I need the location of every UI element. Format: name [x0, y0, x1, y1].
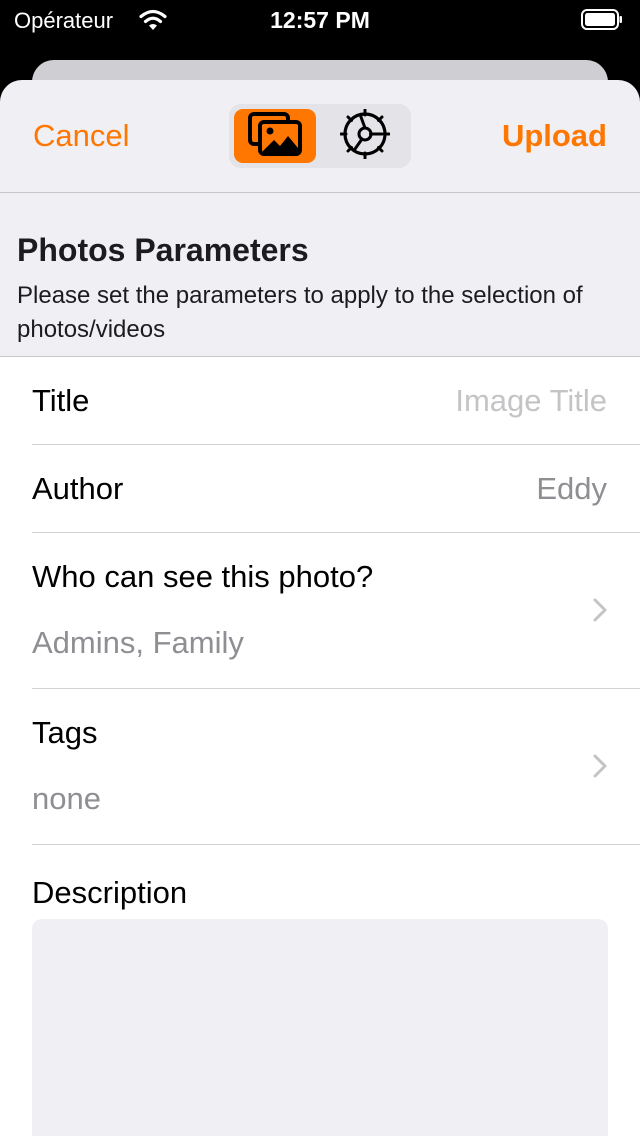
title-input[interactable]: Image Title: [455, 383, 607, 419]
description-label: Description: [32, 875, 188, 910]
status-time: 12:57 PM: [270, 7, 370, 33]
parameters-form: Title Image Title Author Eddy Who can se…: [0, 356, 640, 1136]
battery-icon: [581, 9, 623, 30]
segmented-control: [229, 104, 411, 168]
privacy-row[interactable]: Who can see this photo? Admins, Family: [32, 533, 640, 689]
privacy-label: Who can see this photo?: [32, 559, 374, 594]
author-label: Author: [32, 471, 124, 506]
section-header: Photos Parameters Please set the paramet…: [17, 232, 623, 347]
description-textarea[interactable]: [32, 919, 608, 1136]
photos-icon: [247, 111, 303, 162]
status-bar: Opérateur 12:57 PM: [0, 0, 640, 42]
tags-value: none: [32, 781, 101, 816]
upload-parameters-sheet: Cancel Upload Photos Parameters Please s…: [0, 80, 640, 1136]
segment-photos[interactable]: [234, 109, 316, 163]
section-title: Photos Parameters: [17, 232, 309, 268]
gear-icon: [339, 108, 391, 164]
author-input[interactable]: Eddy: [536, 471, 607, 507]
chevron-right-icon: [593, 754, 607, 778]
navigation-bar: Cancel Upload: [0, 80, 640, 193]
description-section: Description: [0, 845, 640, 1136]
title-row[interactable]: Title Image Title: [32, 357, 640, 445]
section-subtitle: Please set the parameters to apply to th…: [17, 282, 583, 343]
privacy-value: Admins, Family: [32, 625, 244, 660]
tags-row[interactable]: Tags none: [32, 689, 640, 845]
title-label: Title: [32, 383, 90, 418]
segment-settings[interactable]: [324, 108, 406, 164]
chevron-right-icon: [593, 598, 607, 622]
tags-label: Tags: [32, 715, 98, 750]
upload-button[interactable]: Upload: [502, 118, 607, 154]
author-row[interactable]: Author Eddy: [32, 445, 640, 533]
cancel-button[interactable]: Cancel: [33, 118, 130, 154]
